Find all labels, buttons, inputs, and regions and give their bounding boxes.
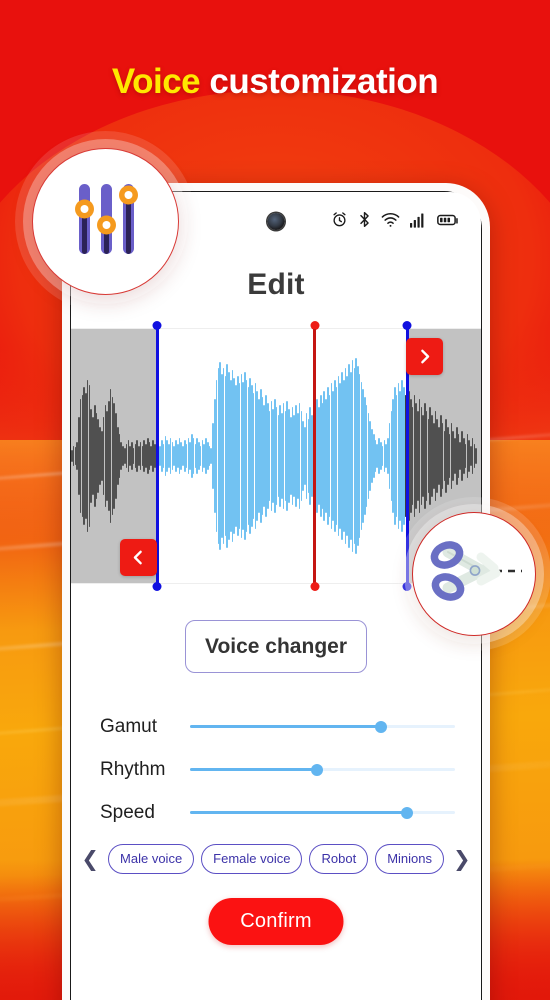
page-title: Voice customization bbox=[0, 62, 550, 102]
slider-track[interactable] bbox=[190, 806, 455, 819]
sliders-group: Gamut Rhythm Speed bbox=[71, 705, 481, 834]
slider-knob[interactable] bbox=[374, 720, 387, 733]
scissors-badge bbox=[412, 512, 536, 636]
wifi-icon bbox=[381, 212, 400, 228]
voice-preset-row: ❮ Male voice Female voice Robot Minions ❯ bbox=[71, 844, 481, 874]
front-camera bbox=[267, 213, 285, 230]
playhead-dot-bottom bbox=[310, 582, 320, 591]
slider-label: Gamut bbox=[100, 715, 158, 737]
slider-track[interactable] bbox=[190, 763, 455, 776]
slider-track[interactable] bbox=[190, 720, 455, 733]
voice-preset-chip[interactable]: Minions bbox=[375, 844, 444, 874]
slider-knob[interactable] bbox=[311, 763, 324, 776]
status-icons bbox=[331, 211, 459, 228]
voice-changer-button[interactable]: Voice changer bbox=[185, 620, 367, 673]
slider-fill bbox=[190, 767, 318, 772]
slider-fill bbox=[190, 724, 381, 729]
playhead[interactable] bbox=[310, 321, 320, 591]
chevron-left-icon bbox=[130, 549, 147, 566]
slider-label: Speed bbox=[100, 801, 155, 823]
slider-label: Rhythm bbox=[100, 758, 166, 780]
trim-right-button[interactable] bbox=[406, 338, 444, 375]
trim-left-button[interactable] bbox=[120, 539, 158, 576]
voice-preset-chip[interactable]: Male voice bbox=[108, 844, 195, 874]
alarm-clock-icon bbox=[331, 211, 348, 228]
battery-icon bbox=[437, 213, 459, 227]
handle-dot-bottom bbox=[152, 582, 162, 591]
slider-fill bbox=[190, 810, 408, 815]
chevron-left-icon[interactable]: ❮ bbox=[79, 849, 101, 870]
page-title-highlight: Voice bbox=[111, 62, 201, 101]
slider-row-rhythm[interactable]: Rhythm bbox=[71, 748, 481, 791]
scissors-icon bbox=[426, 524, 522, 625]
chevron-right-icon bbox=[416, 348, 433, 365]
voice-preset-chip[interactable]: Female voice bbox=[201, 844, 303, 874]
voice-preset-chips: Male voice Female voice Robot Minions bbox=[108, 844, 444, 874]
slider-knob[interactable] bbox=[401, 806, 414, 819]
equalizer-badge bbox=[32, 148, 179, 295]
handle-dot-bottom bbox=[402, 582, 412, 591]
bluetooth-icon bbox=[358, 211, 371, 228]
playhead-line bbox=[313, 329, 317, 583]
equalizer-icon bbox=[58, 171, 154, 272]
slider-row-speed[interactable]: Speed bbox=[71, 791, 481, 834]
chevron-right-icon[interactable]: ❯ bbox=[451, 849, 473, 870]
voice-preset-chip[interactable]: Robot bbox=[309, 844, 369, 874]
page-title-rest: customization bbox=[209, 62, 439, 101]
slider-row-gamut[interactable]: Gamut bbox=[71, 705, 481, 748]
confirm-button[interactable]: Confirm bbox=[208, 898, 344, 945]
signal-bars-icon bbox=[410, 212, 427, 228]
